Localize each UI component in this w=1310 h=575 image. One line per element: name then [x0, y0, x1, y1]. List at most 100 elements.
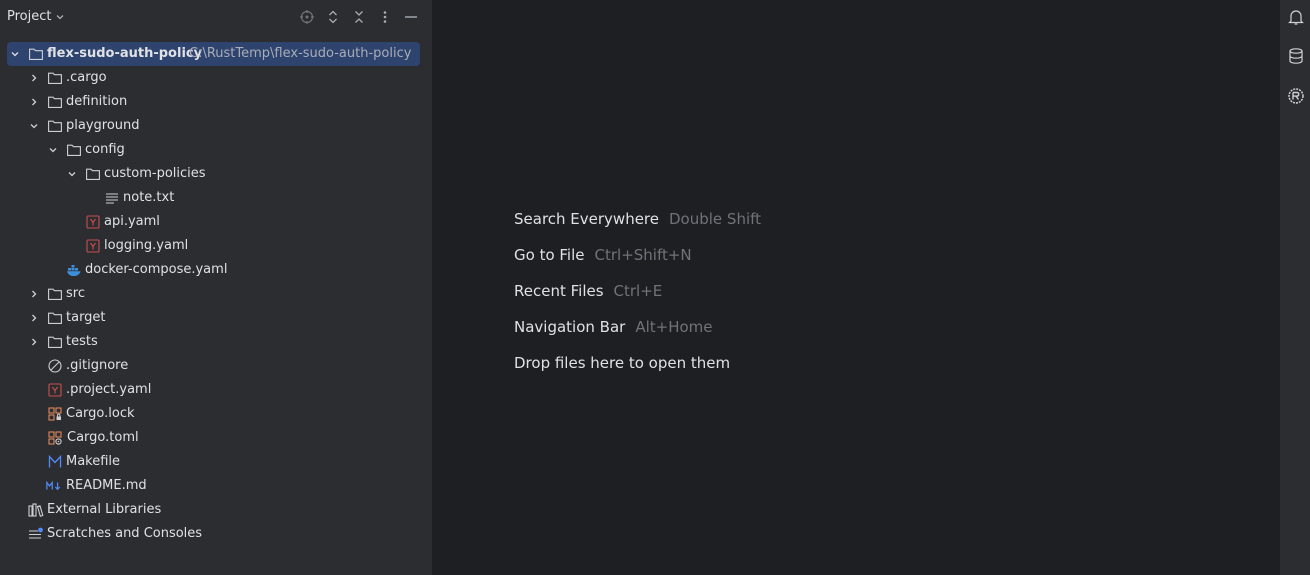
yaml-file-icon — [85, 234, 101, 258]
hint-shortcut: Double Shift — [669, 210, 762, 228]
hint-go-to-file: Go to File Ctrl+Shift+N — [514, 246, 692, 264]
tree-item-folder[interactable]: config — [0, 138, 432, 162]
tree-item-label: src — [66, 286, 85, 301]
folder-icon — [47, 66, 63, 90]
hint-action: Drop files here to open them — [514, 354, 731, 372]
chevron-right-icon[interactable] — [26, 330, 42, 354]
editor-empty-area[interactable]: Search Everywhere Double Shift Go to File… — [433, 0, 1279, 575]
folder-icon — [47, 330, 63, 354]
tree-item-label: .cargo — [66, 70, 107, 85]
tree-item-file[interactable]: Cargo.lock — [0, 402, 432, 426]
folder-icon — [85, 162, 101, 186]
tree-item-label: .gitignore — [66, 358, 129, 373]
hint-action: Navigation Bar — [514, 318, 626, 336]
library-icon — [28, 498, 44, 522]
tree-item-folder[interactable]: .cargo — [0, 66, 432, 90]
chevron-right-icon[interactable] — [26, 306, 42, 330]
tree-item-label: External Libraries — [47, 502, 162, 517]
chevron-down-icon[interactable] — [7, 42, 23, 66]
tree-item-label: Cargo.lock — [66, 406, 135, 421]
rust-icon[interactable] — [1286, 86, 1306, 106]
minimize-icon[interactable] — [402, 8, 420, 26]
tree-item-label: Scratches and Consoles — [47, 526, 203, 541]
database-icon[interactable] — [1286, 46, 1306, 66]
tree-item-label: .project.yaml — [66, 382, 152, 397]
hint-shortcut: Ctrl+Shift+N — [594, 246, 692, 264]
tree-item-label: api.yaml — [104, 214, 160, 229]
ide-window: Project flex-sudo-auth-policy C:\RustTem… — [0, 0, 1310, 575]
chevron-down-icon[interactable] — [26, 114, 42, 138]
tree-item-file[interactable]: .project.yaml — [0, 378, 432, 402]
tree-item-scratches[interactable]: Scratches and Consoles — [0, 522, 432, 546]
yaml-file-icon — [85, 210, 101, 234]
tree-item-folder[interactable]: src — [0, 282, 432, 306]
project-panel-title: Project — [7, 9, 52, 24]
chevron-down-icon[interactable] — [64, 162, 80, 186]
tree-item-label: tests — [66, 334, 98, 349]
tree-item-label: playground — [66, 118, 140, 133]
hint-shortcut: Ctrl+E — [613, 282, 663, 300]
hint-action: Go to File — [514, 246, 585, 264]
tree-item-label: config — [85, 142, 125, 157]
tree-item-root[interactable]: flex-sudo-auth-policy C:\RustTemp\flex-s… — [0, 42, 432, 66]
collapse-all-icon[interactable] — [350, 8, 368, 26]
tree-item-label: definition — [66, 94, 128, 109]
chevron-right-icon[interactable] — [26, 90, 42, 114]
tree-item-folder[interactable]: custom-policies — [0, 162, 432, 186]
project-panel-header: Project — [0, 0, 432, 34]
folder-icon — [47, 282, 63, 306]
text-file-icon — [104, 186, 120, 210]
right-tool-strip — [1279, 0, 1310, 575]
tree-item-label: custom-policies — [104, 166, 206, 181]
folder-icon — [66, 138, 82, 162]
chevron-down-icon[interactable] — [45, 138, 61, 162]
tree-item-file[interactable]: README.md — [0, 474, 432, 498]
expand-all-icon[interactable] — [324, 8, 342, 26]
markdown-icon — [46, 474, 62, 498]
hint-search-everywhere: Search Everywhere Double Shift — [514, 210, 761, 228]
hint-action: Search Everywhere — [514, 210, 659, 228]
tree-item-label: README.md — [66, 478, 147, 493]
tree-item-label: Makefile — [66, 454, 121, 469]
folder-icon — [47, 114, 63, 138]
tree-item-file[interactable]: Makefile — [0, 450, 432, 474]
chevron-right-icon[interactable] — [26, 66, 42, 90]
tree-item-file[interactable]: .gitignore — [0, 354, 432, 378]
tree-item-folder[interactable]: playground — [0, 114, 432, 138]
chevron-right-icon[interactable] — [26, 282, 42, 306]
hint-navigation-bar: Navigation Bar Alt+Home — [514, 318, 713, 336]
tree-item-file[interactable]: logging.yaml — [0, 234, 432, 258]
tree-item-folder[interactable]: target — [0, 306, 432, 330]
yaml-file-icon — [47, 378, 63, 402]
chevron-down-icon — [57, 14, 64, 19]
notifications-icon[interactable] — [1286, 7, 1306, 27]
project-tool-window: Project flex-sudo-auth-policy C:\RustTem… — [0, 0, 433, 575]
hint-recent-files: Recent Files Ctrl+E — [514, 282, 662, 300]
tree-item-label: Cargo.toml — [67, 430, 139, 445]
makefile-icon — [47, 450, 63, 474]
more-options-icon[interactable] — [376, 8, 394, 26]
tree-item-file[interactable]: note.txt — [0, 186, 432, 210]
scratches-icon — [28, 522, 44, 546]
cargo-lock-icon — [47, 402, 63, 426]
ignore-file-icon — [47, 354, 63, 378]
tree-item-label: note.txt — [123, 190, 175, 205]
locate-icon[interactable] — [298, 8, 316, 26]
hint-drop-files: Drop files here to open them — [514, 354, 730, 372]
tree-item-label: docker-compose.yaml — [85, 262, 228, 277]
project-path: C:\RustTemp\flex-sudo-auth-policy — [189, 46, 412, 61]
folder-icon — [28, 42, 44, 66]
hint-action: Recent Files — [514, 282, 604, 300]
tree-item-external-libraries[interactable]: External Libraries — [0, 498, 432, 522]
docker-icon — [66, 258, 82, 282]
tree-item-file[interactable]: Cargo.toml — [0, 426, 432, 450]
tree-item-folder[interactable]: tests — [0, 330, 432, 354]
tree-item-file[interactable]: docker-compose.yaml — [0, 258, 432, 282]
project-view-selector[interactable]: Project — [7, 9, 65, 24]
tree-item-file[interactable]: api.yaml — [0, 210, 432, 234]
hint-shortcut: Alt+Home — [635, 318, 713, 336]
tree-item-label: logging.yaml — [104, 238, 189, 253]
tree-item-folder[interactable]: definition — [0, 90, 432, 114]
tree-item-label: flex-sudo-auth-policy — [47, 46, 203, 61]
folder-icon — [47, 306, 63, 330]
